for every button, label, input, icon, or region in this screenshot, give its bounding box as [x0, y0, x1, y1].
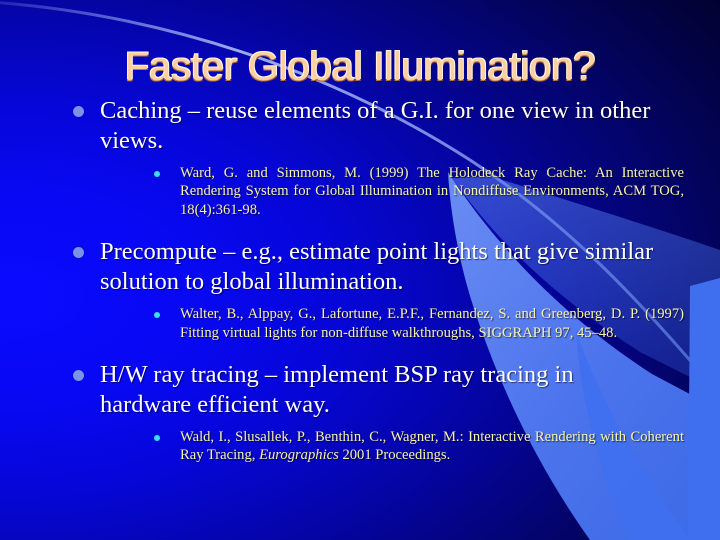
citation-1-1-pre: Ward, G. and Simmons, M. (1999) The Holo…	[180, 165, 684, 218]
bullet-group-3: H/W ray tracing – implement BSP ray trac…	[0, 360, 720, 465]
citation-3-1-italic: Eurographics	[259, 447, 339, 464]
bullet-level1-2: Precompute – e.g., estimate point lights…	[64, 237, 664, 297]
bullet-group-2: Precompute – e.g., estimate point lights…	[0, 237, 720, 342]
bullet-dot-icon	[73, 370, 84, 382]
sub-bullet-dot-icon	[154, 171, 160, 177]
citation-3-1-post: 2001 Proceedings.	[338, 447, 451, 464]
bullet-dot-icon	[73, 106, 84, 117]
citation-2-1-pre: Walter, B., Alppay, G., Lafortune, E.P.F…	[180, 306, 684, 341]
sub-bullet-dot-icon	[154, 312, 160, 319]
sub-bullet-dot-icon	[154, 435, 160, 442]
slide-body: Caching – reuse elements of a G.I. for o…	[0, 96, 720, 465]
bullet-level1-1: Caching – reuse elements of a G.I. for o…	[64, 96, 664, 156]
citation-2-1: Walter, B., Alppay, G., Lafortune, E.P.F…	[148, 305, 684, 342]
citation-3-1: Wald, I., Slusallek, P., Benthin, C., Wa…	[148, 428, 684, 465]
bullet-level1-2-text: Precompute – e.g., estimate point lights…	[100, 238, 654, 296]
slide-title: Faster Global Illumination?	[124, 45, 596, 89]
bullet-level1-3-text: H/W ray tracing – implement BSP ray trac…	[100, 361, 574, 419]
bullet-dot-icon	[73, 247, 84, 259]
bullet-group-1: Caching – reuse elements of a G.I. for o…	[0, 96, 720, 219]
presentation-slide: Faster Global Illumination? Caching – re…	[0, 0, 720, 540]
citation-1-1: Ward, G. and Simmons, M. (1999) The Holo…	[148, 164, 684, 219]
bullet-level1-1-text: Caching – reuse elements of a G.I. for o…	[100, 97, 651, 154]
bullet-level1-3: H/W ray tracing – implement BSP ray trac…	[64, 360, 664, 420]
